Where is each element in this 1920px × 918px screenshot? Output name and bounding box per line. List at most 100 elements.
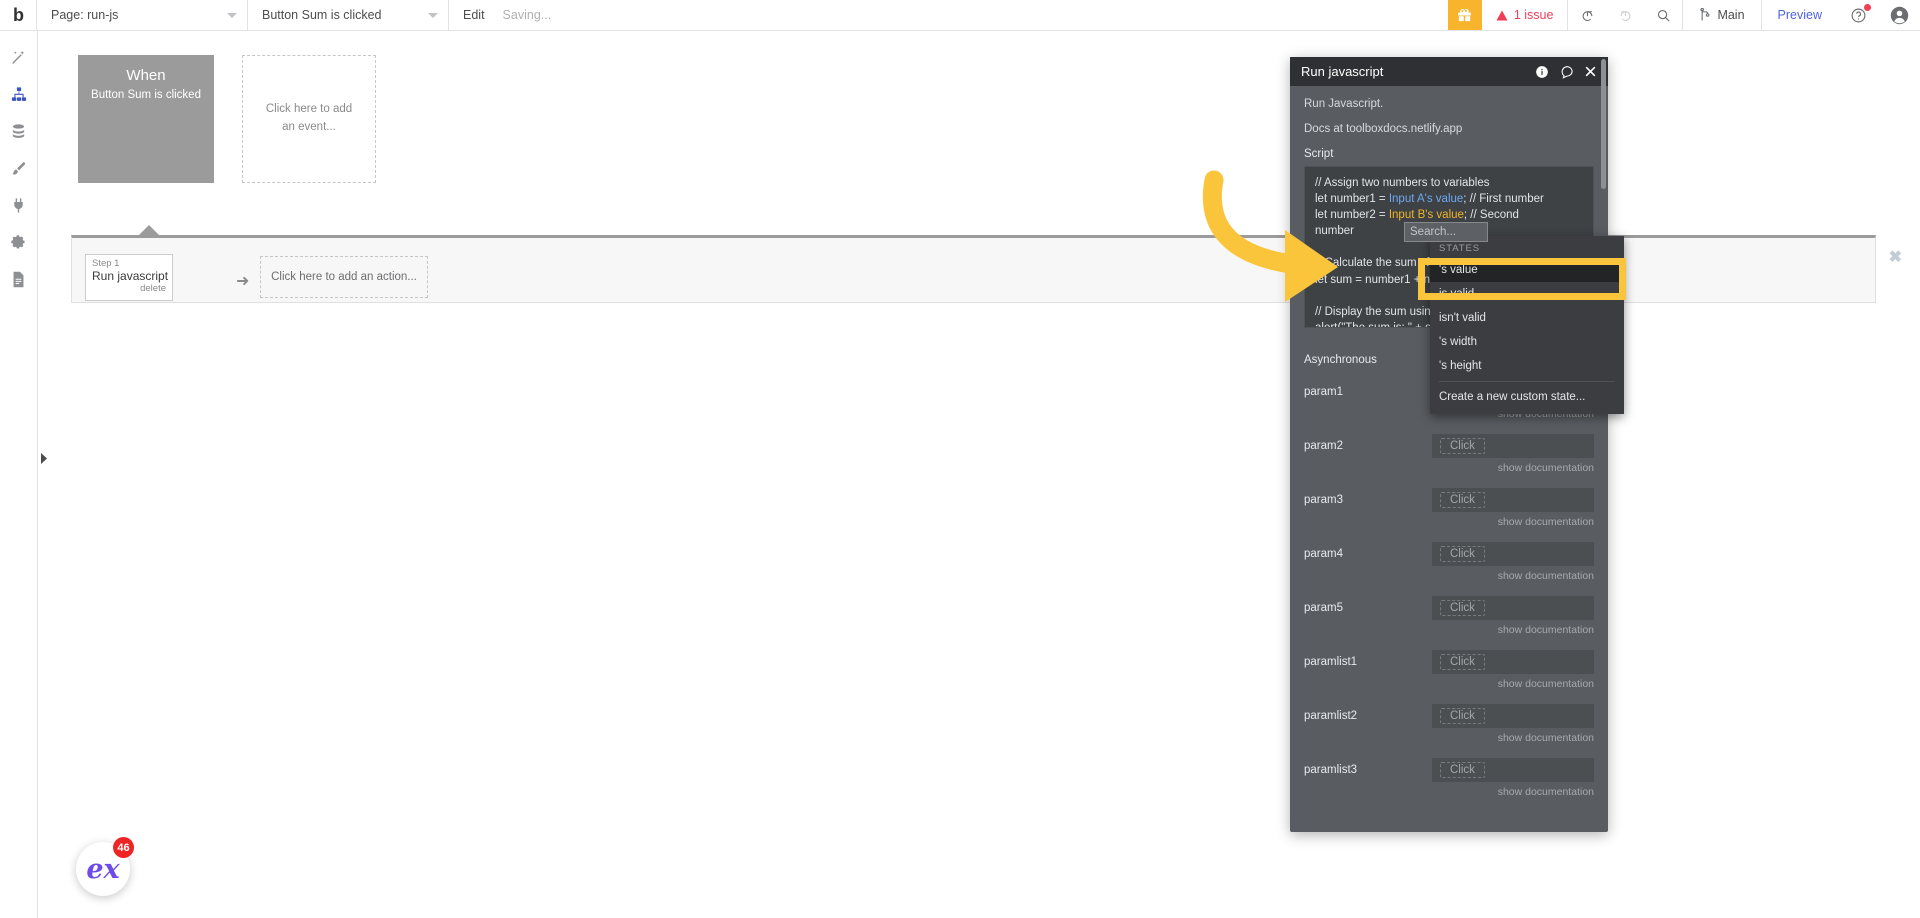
script-text: let number2 =	[1315, 209, 1389, 222]
chevron-right-icon	[41, 452, 47, 464]
field-label-paramlist3: paramlist3	[1304, 764, 1358, 776]
gift-icon[interactable]	[1447, 0, 1482, 30]
dynamic-value-input-param3[interactable]: Click	[1432, 488, 1594, 512]
param-field-list: param1 Click show documentation param2 Click…	[1304, 380, 1594, 798]
dynamic-expression[interactable]: Input A's value	[1389, 193, 1463, 205]
issue-indicator[interactable]: 1 issue	[1482, 0, 1568, 30]
field-control-paramlist2: Click show documentation	[1432, 704, 1594, 744]
field-control-paramlist3: Click show documentation	[1432, 758, 1594, 798]
show-documentation-link[interactable]: show documentation	[1432, 462, 1594, 474]
dynamic-value-input-paramlist1[interactable]: Click	[1432, 650, 1594, 674]
show-documentation-link[interactable]: show documentation	[1432, 678, 1594, 690]
field-row-param5: param5 Click show documentation	[1304, 596, 1594, 636]
sidebar-item-plugins[interactable]	[0, 187, 38, 224]
app-root: b Page: run-js Button Sum is clicked Edi…	[0, 0, 1920, 918]
script-line: // Assign two numbers to variables	[1315, 175, 1583, 191]
page-selector[interactable]: Page: run-js	[37, 0, 247, 30]
gear-icon	[11, 235, 25, 249]
dynamic-value-input-param2[interactable]: Click	[1432, 434, 1594, 458]
dropdown-item[interactable]: is valid	[1430, 282, 1624, 306]
document-icon	[13, 271, 24, 288]
when-block-title: When	[126, 67, 166, 84]
dropdown-item[interactable]: isn't valid	[1430, 306, 1624, 330]
event-selector-label: Button Sum is clicked	[262, 8, 382, 22]
panel-scrollbar[interactable]	[1601, 59, 1606, 189]
dynamic-expression[interactable]: Input B's value	[1389, 209, 1464, 221]
search-placeholder: Search...	[1410, 226, 1457, 238]
wand-icon	[12, 50, 25, 64]
event-selector[interactable]: Button Sum is clicked	[248, 0, 448, 30]
ex-badge-count: 46	[113, 837, 134, 858]
states-dropdown: STATES 's value is valid isn't valid's wid…	[1430, 236, 1624, 414]
panel-title: Run javascript	[1301, 64, 1384, 79]
field-label-param2: param2	[1304, 440, 1343, 452]
sidebar-item-styles[interactable]	[0, 150, 38, 187]
paintbrush-icon	[12, 162, 26, 175]
top-toolbar: b Page: run-js Button Sum is clicked Edi…	[0, 0, 1920, 31]
script-text: // Assign two numbers to variables	[1315, 177, 1490, 189]
preview-button[interactable]: Preview	[1762, 0, 1838, 30]
dropdown-item[interactable]: 's value	[1430, 258, 1624, 282]
sidebar-item-data[interactable]	[0, 113, 38, 150]
dropdown-item-create-custom-state[interactable]: Create a new custom state...	[1430, 385, 1624, 409]
branch-icon	[1700, 8, 1710, 21]
script-text: ; // Second	[1463, 209, 1519, 222]
field-label-paramlist1: paramlist1	[1304, 656, 1358, 668]
step-delete-button[interactable]: delete	[86, 283, 172, 294]
chevron-down-icon	[227, 12, 237, 18]
show-documentation-link[interactable]: show documentation	[1432, 624, 1594, 636]
database-icon	[12, 124, 25, 138]
show-documentation-link[interactable]: show documentation	[1432, 786, 1594, 798]
sidebar-expander[interactable]	[40, 445, 52, 471]
add-event-placeholder[interactable]: Click here to add an event...	[242, 55, 376, 183]
edit-menu-button[interactable]: Edit	[449, 0, 499, 30]
ex-helper-widget[interactable]: ex 46	[76, 837, 134, 896]
show-documentation-link[interactable]: show documentation	[1432, 570, 1594, 582]
panel-description-1: Run Javascript.	[1304, 98, 1384, 110]
show-documentation-link[interactable]: show documentation	[1432, 732, 1594, 744]
sidebar-item-logs[interactable]	[0, 261, 38, 298]
dynamic-value-input-param4[interactable]: Click	[1432, 542, 1594, 566]
search-icon[interactable]	[1644, 0, 1682, 30]
field-label-asynchronous: Asynchronous	[1304, 354, 1377, 366]
branch-selector[interactable]: Main	[1683, 0, 1760, 30]
dynamic-value-input-paramlist2[interactable]: Click	[1432, 704, 1594, 728]
add-action-placeholder[interactable]: Click here to add an action...	[260, 256, 428, 298]
field-row-param4: param4 Click show documentation	[1304, 542, 1594, 582]
when-block[interactable]: When Button Sum is clicked	[78, 55, 214, 183]
search-input[interactable]: Search...	[1404, 222, 1488, 242]
sidebar-item-design[interactable]	[0, 39, 38, 76]
script-text: ; // First number	[1463, 193, 1544, 206]
dropdown-divider	[1439, 381, 1615, 382]
dropdown-item[interactable]: 's height	[1430, 354, 1624, 378]
undo-icon[interactable]	[1568, 0, 1606, 30]
step-number-label: Step 1	[92, 258, 120, 269]
left-sidebar	[0, 31, 38, 918]
script-line: let number1 = Input A's value; // First …	[1315, 191, 1583, 207]
help-circle-icon[interactable]	[1838, 0, 1878, 30]
field-label-param4: param4	[1304, 548, 1343, 560]
dropdown-item[interactable]: 's width	[1430, 330, 1624, 354]
dynamic-value-input-param5[interactable]: Click	[1432, 596, 1594, 620]
dynamic-value-input-paramlist3[interactable]: Click	[1432, 758, 1594, 782]
workflow-icon	[11, 87, 26, 101]
info-icon[interactable]	[1535, 65, 1549, 79]
chevron-down-icon	[428, 12, 438, 18]
sidebar-item-workflow[interactable]	[0, 76, 38, 113]
show-documentation-link[interactable]: show documentation	[1432, 516, 1594, 528]
avatar[interactable]	[1878, 0, 1920, 30]
script-field-label: Script	[1304, 148, 1334, 160]
bubble-logo[interactable]: b	[0, 0, 36, 30]
close-icon[interactable]: ✖	[1889, 247, 1902, 267]
redo-icon[interactable]	[1606, 0, 1644, 30]
comment-icon[interactable]	[1559, 64, 1574, 79]
panel-header: Run javascript	[1290, 57, 1608, 86]
step-name-label: Run javascript	[92, 269, 169, 283]
field-label-paramlist2: paramlist2	[1304, 710, 1358, 722]
history-icons	[1568, 0, 1682, 30]
click-placeholder: Click	[1440, 708, 1485, 724]
script-line: let number2 = Input B's value; // Second	[1315, 207, 1583, 223]
action-step-1[interactable]: Step 1 Run javascript delete	[85, 254, 173, 301]
close-icon[interactable]	[1584, 65, 1597, 78]
sidebar-item-settings[interactable]	[0, 224, 38, 261]
